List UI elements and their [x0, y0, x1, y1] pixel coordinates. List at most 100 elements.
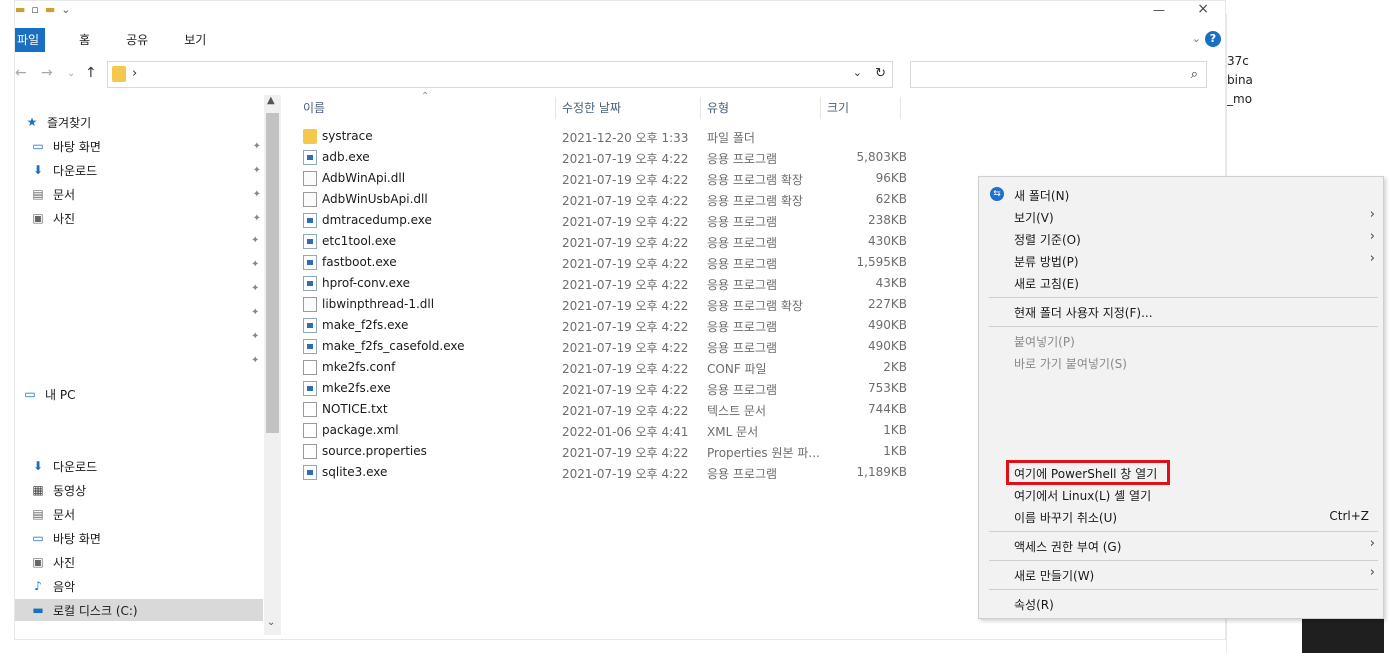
nav-pinned-pictures[interactable]: ▣ 사진 ✦: [29, 207, 263, 229]
file-date: 2021-07-19 오후 4:22: [562, 257, 689, 271]
menu-view[interactable]: 보기(V) ›: [979, 205, 1383, 227]
nav-pc-downloads[interactable]: ⬇ 다운로드: [29, 455, 263, 477]
nav-pc-pictures[interactable]: ▣ 사진: [29, 551, 263, 573]
menu-undo-rename[interactable]: 이름 바꾸기 취소(U) Ctrl+Z: [979, 505, 1383, 527]
table-row[interactable]: sqlite3.exe 2021-07-19 오후 4:22 응용 프로그램 1,18…: [295, 462, 915, 483]
table-row[interactable]: etc1tool.exe 2021-07-19 오후 4:22 응용 프로그램 430…: [295, 231, 915, 252]
nav-pc-videos[interactable]: ▦ 동영상: [29, 479, 263, 501]
dll-file-icon: [303, 192, 317, 207]
table-row[interactable]: make_f2fs.exe 2021-07-19 오후 4:22 응용 프로그램 49…: [295, 315, 915, 336]
table-row[interactable]: make_f2fs_casefold.exe 2021-07-19 오후 4:22…: [295, 336, 915, 357]
table-row[interactable]: mke2fs.conf 2021-07-19 오후 4:22 CONF 파일 2KB: [295, 357, 915, 378]
up-icon[interactable]: ↑: [85, 65, 97, 81]
dll-file-icon: [303, 171, 317, 186]
file-date: 2022-01-06 오후 4:41: [562, 425, 689, 439]
recent-locations-icon[interactable]: ⌄: [67, 68, 75, 79]
menu-customize-folder[interactable]: 현재 폴더 사용자 지정(F)...: [979, 300, 1383, 322]
nav-pinned-documents[interactable]: ▤ 문서 ✦: [29, 183, 263, 205]
address-dropdown-icon[interactable]: ⌄: [853, 66, 862, 79]
column-type[interactable]: 유형: [707, 99, 729, 116]
column-divider[interactable]: [820, 97, 821, 119]
menu-label: 속성(R): [1014, 598, 1054, 612]
nav-pc-desktop[interactable]: ▭ 바탕 화면: [29, 527, 263, 549]
help-icon[interactable]: ?: [1205, 31, 1221, 47]
table-row[interactable]: NOTICE.txt 2021-07-19 오후 4:22 텍스트 문서 744KB: [295, 399, 915, 420]
folder-icon: ▬: [15, 3, 26, 16]
menu-label: 새로 만들기(W): [1014, 569, 1095, 583]
menu-refresh[interactable]: 새로 고침(E): [979, 271, 1383, 293]
table-row[interactable]: package.xml 2022-01-06 오후 4:41 XML 문서 1KB: [295, 420, 915, 441]
file-date: 2021-07-19 오후 4:22: [562, 404, 689, 418]
ribbon-expand-icon[interactable]: ⌄: [1192, 32, 1201, 45]
new-folder-icon[interactable]: ▬: [45, 3, 55, 16]
view-toggle-buttons[interactable]: [1179, 633, 1219, 639]
pin-icon: ✦: [252, 188, 261, 200]
chevron-down-icon[interactable]: ⌄: [61, 3, 70, 16]
background-text-3: _mo: [1227, 92, 1253, 106]
application-icon: [303, 318, 317, 333]
close-button[interactable]: ×: [1197, 1, 1209, 17]
address-bar[interactable]: › ⌄ ↻: [107, 61, 893, 88]
menu-label: 정렬 기준(O): [1014, 233, 1081, 247]
menu-label: 새로 고침(E): [1014, 277, 1079, 291]
column-size[interactable]: 크기: [827, 99, 849, 116]
nav-label: 로컬 디스크 (C:): [53, 603, 138, 618]
nav-quick-access[interactable]: ★ 즐겨찾기: [23, 111, 271, 133]
table-row[interactable]: libwinpthread-1.dll 2021-07-19 오후 4:22 응용 …: [295, 294, 915, 315]
column-date[interactable]: 수정한 날짜: [562, 99, 621, 116]
chevron-right-icon: ›: [1369, 536, 1375, 551]
table-row[interactable]: AdbWinUsbApi.dll 2021-07-19 오후 4:22 응용 프로그…: [295, 189, 915, 210]
file-name: AdbWinApi.dll: [322, 171, 406, 185]
tab-view[interactable]: 보기: [166, 28, 224, 52]
menu-give-access[interactable]: 액세스 권한 부여 (G) ›: [979, 534, 1383, 556]
nav-this-pc[interactable]: ▭ 내 PC: [21, 383, 269, 405]
table-row[interactable]: adb.exe 2021-07-19 오후 4:22 응용 프로그램 5,803KB: [295, 147, 915, 168]
table-row[interactable]: mke2fs.exe 2021-07-19 오후 4:22 응용 프로그램 753KB: [295, 378, 915, 399]
nav-pinned-desktop[interactable]: ▭ 바탕 화면 ✦: [29, 135, 263, 157]
menu-paste-shortcut[interactable]: 바로 가기 붙여넣기(S): [979, 351, 1383, 373]
nav-pc-music[interactable]: ♪ 음악: [29, 575, 263, 597]
nav-pinned-downloads[interactable]: ⬇ 다운로드 ✦: [29, 159, 263, 181]
back-icon[interactable]: ←: [15, 65, 27, 81]
forward-icon[interactable]: →: [41, 65, 53, 81]
nav-label: 문서: [53, 187, 76, 202]
tab-file[interactable]: 파일: [15, 28, 46, 52]
scroll-up-icon[interactable]: ▲: [267, 95, 275, 106]
file-type: 응용 프로그램 확장: [707, 299, 803, 313]
nav-label: 바탕 화면: [53, 139, 101, 154]
refresh-icon[interactable]: ↻: [875, 66, 886, 81]
column-divider[interactable]: [700, 97, 701, 119]
menu-sort-by[interactable]: 정렬 기준(O) ›: [979, 227, 1383, 249]
breadcrumb-separator[interactable]: ›: [132, 66, 137, 81]
column-divider[interactable]: [555, 97, 556, 119]
menu-new-folder[interactable]: ⇆ 새 폴더(N): [979, 183, 1383, 205]
tab-share[interactable]: 공유: [108, 28, 166, 52]
menu-separator: [989, 531, 1378, 532]
menu-new[interactable]: 새로 만들기(W) ›: [979, 563, 1383, 585]
properties-icon[interactable]: ▫: [31, 3, 38, 16]
nav-pc-local-disk[interactable]: ▬ 로컬 디스크 (C:): [15, 599, 263, 621]
nav-scrollbar[interactable]: ▲ ⌄: [264, 95, 281, 635]
table-row[interactable]: systrace 2021-12-20 오후 1:33 파일 폴더: [295, 126, 915, 147]
nav-pc-documents[interactable]: ▤ 문서: [29, 503, 263, 525]
tab-home[interactable]: 홈: [61, 28, 108, 52]
file-name: hprof-conv.exe: [322, 276, 410, 290]
minimize-button[interactable]: —: [1153, 3, 1165, 17]
table-row[interactable]: hprof-conv.exe 2021-07-19 오후 4:22 응용 프로그램 4…: [295, 273, 915, 294]
scrollbar-thumb[interactable]: [266, 113, 279, 433]
menu-open-linux-shell[interactable]: 여기에서 Linux(L) 셸 열기: [979, 483, 1383, 505]
table-row[interactable]: source.properties 2021-07-19 오후 4:22 Prope…: [295, 441, 915, 462]
file-size: 744KB: [867, 402, 907, 416]
table-row[interactable]: fastboot.exe 2021-07-19 오후 4:22 응용 프로그램 1,5…: [295, 252, 915, 273]
column-name[interactable]: 이름: [303, 99, 325, 116]
menu-properties[interactable]: 속성(R): [979, 592, 1383, 614]
file-type: 응용 프로그램: [707, 320, 778, 334]
menu-paste[interactable]: 붙여넣기(P): [979, 329, 1383, 351]
search-input[interactable]: ⌕: [910, 61, 1207, 88]
table-row[interactable]: AdbWinApi.dll 2021-07-19 오후 4:22 응용 프로그램 확…: [295, 168, 915, 189]
table-row[interactable]: dmtracedump.exe 2021-07-19 오후 4:22 응용 프로그램…: [295, 210, 915, 231]
scroll-down-icon[interactable]: ⌄: [267, 617, 275, 628]
menu-group-by[interactable]: 분류 방법(P) ›: [979, 249, 1383, 271]
application-icon: [303, 381, 317, 396]
column-divider[interactable]: [900, 97, 901, 119]
